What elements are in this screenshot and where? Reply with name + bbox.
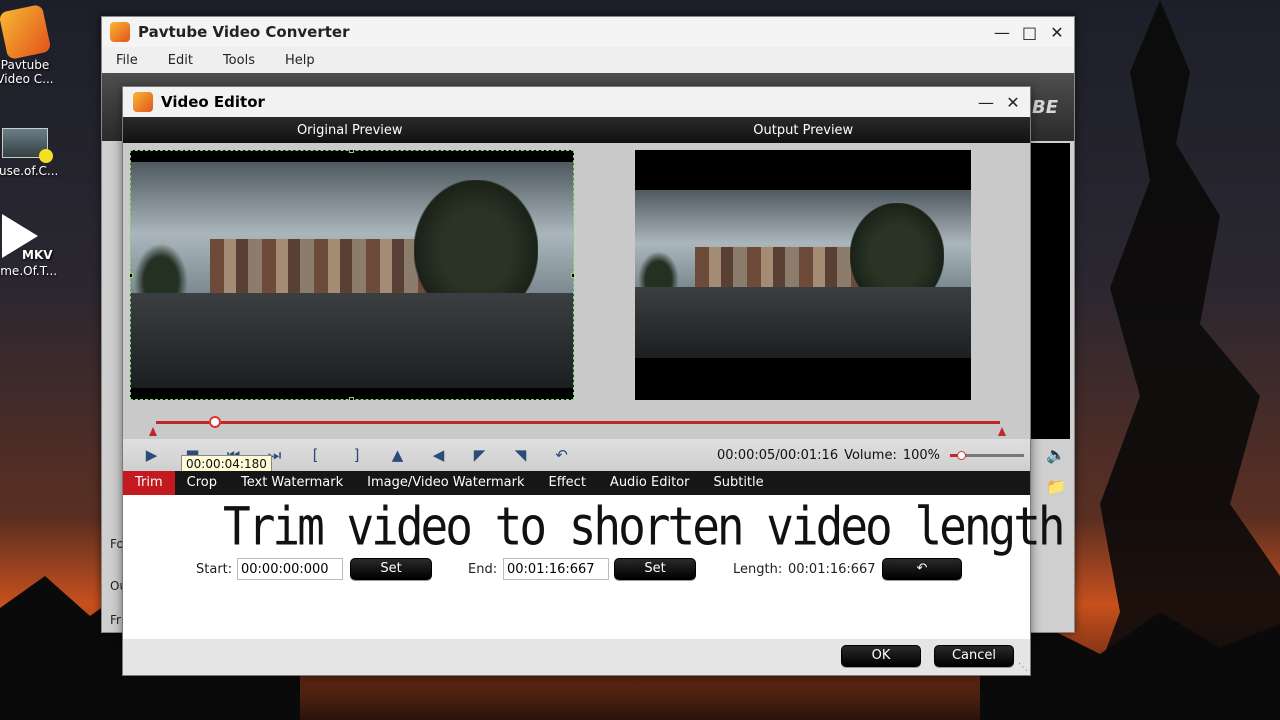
trim-end-marker[interactable] bbox=[998, 427, 1006, 436]
speaker-icon[interactable]: 🔈 bbox=[1046, 445, 1066, 464]
timeline-track[interactable] bbox=[156, 421, 1000, 424]
dialog-footer: OK Cancel ⋱ bbox=[123, 639, 1030, 675]
volume-slider[interactable] bbox=[950, 450, 1024, 460]
desktop-icon-label: Video C... bbox=[0, 72, 54, 86]
tab-image-video-watermark[interactable]: Image/Video Watermark bbox=[355, 471, 536, 495]
time-readout: 00:00:05/00:01:16 bbox=[716, 447, 839, 463]
tab-trim[interactable]: Trim bbox=[123, 471, 175, 495]
output-preview-label: Output Preview bbox=[753, 122, 854, 138]
reset-trim-button[interactable]: ↶ bbox=[882, 558, 962, 580]
mark-in-icon[interactable]: [ bbox=[295, 446, 336, 464]
desktop-icon-pavtube[interactable]: Pavtube Video C... bbox=[0, 3, 60, 86]
trim-panel: Trim video to shorten video length Start… bbox=[123, 495, 1066, 641]
minimize-icon[interactable]: — bbox=[994, 23, 1010, 42]
length-value: 00:01:16:667 bbox=[788, 562, 876, 577]
rotate-right-icon[interactable]: ◥ bbox=[500, 446, 541, 464]
tutorial-caption: Trim video to shorten video length bbox=[223, 495, 1066, 558]
menu-edit[interactable]: Edit bbox=[168, 53, 193, 68]
set-start-button[interactable]: Set bbox=[350, 558, 432, 580]
set-end-button[interactable]: Set bbox=[614, 558, 696, 580]
frame-label: Fr bbox=[110, 613, 121, 627]
tab-effect[interactable]: Effect bbox=[537, 471, 598, 495]
trim-row: Start: Set End: Set Length: 00:01:16:667… bbox=[123, 557, 1030, 583]
pavtube-logo-icon bbox=[133, 92, 153, 112]
pavtube-logo-icon bbox=[110, 22, 130, 42]
minimize-icon[interactable]: — bbox=[978, 93, 994, 112]
maximize-icon[interactable]: □ bbox=[1022, 23, 1037, 42]
menubar: File Edit Tools Help bbox=[102, 47, 1074, 73]
main-window-title: Pavtube Video Converter bbox=[138, 23, 350, 41]
main-titlebar[interactable]: Pavtube Video Converter — □ ✕ bbox=[102, 17, 1074, 47]
brand-logo-text: BE bbox=[1031, 97, 1058, 118]
video-editor-dialog: Video Editor — ✕ Original Preview Output… bbox=[122, 86, 1066, 676]
ok-button[interactable]: OK bbox=[841, 645, 921, 667]
start-label: Start: bbox=[196, 562, 233, 577]
reset-icon[interactable]: ↶ bbox=[541, 446, 582, 464]
preview-header: Original Preview Output Preview bbox=[123, 117, 1030, 143]
desktop-icon-video-file[interactable]: ouse.of.C... bbox=[0, 128, 60, 178]
volume-knob[interactable] bbox=[957, 450, 967, 460]
volume-label: Volume: bbox=[844, 447, 897, 463]
rotate-left-icon[interactable]: ◤ bbox=[459, 446, 500, 464]
video-editor-titlebar[interactable]: Video Editor — ✕ bbox=[123, 87, 1030, 117]
menu-file[interactable]: File bbox=[116, 53, 138, 68]
volume-value: 100% bbox=[902, 447, 940, 463]
original-preview-label: Original Preview bbox=[296, 122, 403, 138]
preview-area: Original Preview Output Preview bbox=[123, 117, 1030, 439]
desktop-icon-label: Pavtube bbox=[0, 58, 50, 72]
end-time-input[interactable] bbox=[503, 558, 609, 580]
output-preview-video bbox=[635, 150, 971, 400]
timeline-scrubber[interactable] bbox=[209, 416, 222, 428]
editor-tabs: Trim Crop Text Watermark Image/Video Wat… bbox=[123, 471, 1030, 495]
tab-crop[interactable]: Crop bbox=[175, 471, 229, 495]
undo-icon: ↶ bbox=[916, 561, 928, 576]
tree-silhouette bbox=[1080, 0, 1280, 720]
timeline[interactable] bbox=[123, 409, 1030, 439]
pavtube-app-icon bbox=[0, 3, 52, 61]
cancel-button[interactable]: Cancel bbox=[934, 645, 1014, 667]
end-label: End: bbox=[468, 562, 498, 577]
video-thumbnail-icon bbox=[2, 128, 53, 163]
menu-tools[interactable]: Tools bbox=[223, 53, 255, 68]
desktop-icon-mkv-file[interactable]: MKV ame.Of.T... bbox=[0, 214, 60, 278]
folder-icon[interactable]: 📁 bbox=[1046, 477, 1066, 496]
resize-grip-icon[interactable]: ⋱ bbox=[1018, 662, 1028, 673]
desktop-icon-label: ame.Of.T... bbox=[0, 264, 58, 278]
start-time-input[interactable] bbox=[237, 558, 343, 580]
menu-help[interactable]: Help bbox=[285, 53, 315, 68]
mkv-badge: MKV bbox=[22, 248, 53, 262]
tab-subtitle[interactable]: Subtitle bbox=[701, 471, 775, 495]
tab-audio-editor[interactable]: Audio Editor bbox=[598, 471, 702, 495]
play-icon[interactable]: ▶ bbox=[131, 446, 172, 464]
desktop-icon-label: ouse.of.C... bbox=[0, 164, 59, 178]
close-icon[interactable]: ✕ bbox=[1006, 93, 1020, 112]
trim-start-marker[interactable] bbox=[149, 427, 157, 436]
length-label: Length: bbox=[733, 562, 783, 577]
converter-preview-pane bbox=[1030, 143, 1070, 439]
original-preview-video[interactable] bbox=[130, 150, 574, 400]
tab-text-watermark[interactable]: Text Watermark bbox=[229, 471, 355, 495]
flip-vertical-icon[interactable]: ▲ bbox=[377, 446, 418, 464]
close-icon[interactable]: ✕ bbox=[1050, 23, 1064, 42]
mark-out-icon[interactable]: ] bbox=[336, 446, 377, 464]
flip-horizontal-icon[interactable]: ◀ bbox=[418, 446, 459, 464]
video-editor-title: Video Editor bbox=[161, 93, 265, 111]
